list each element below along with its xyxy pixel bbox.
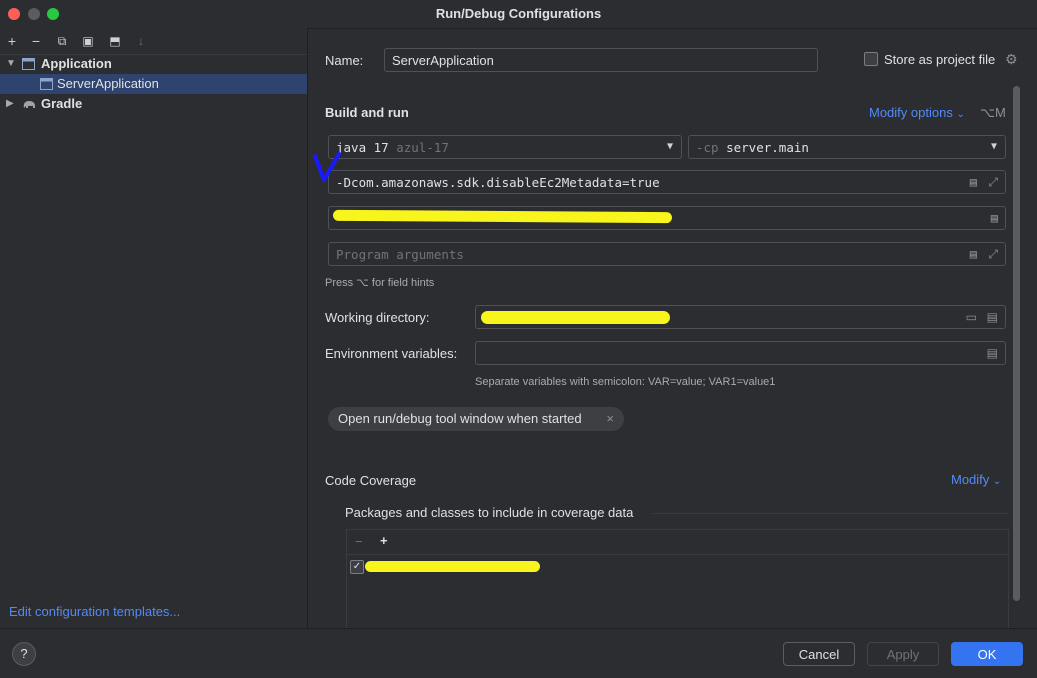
cancel-button[interactable]: Cancel — [783, 642, 855, 666]
coverage-modify-label: Modify — [951, 472, 990, 487]
expand-field-icon[interactable]: ⤢ — [988, 175, 998, 190]
tree-item-application[interactable]: ▼ Application — [0, 54, 307, 74]
configurations-tree-panel: + − ⧉ ▣ ⬒ ↓ ▼ Application ServerApplicat… — [0, 28, 308, 628]
edit-configuration-templates-link[interactable]: Edit configuration templates... — [9, 604, 180, 619]
run-debug-configurations-window: Run/Debug Configurations + − ⧉ ▣ ⬒ ↓ ▼ A… — [0, 0, 1037, 678]
gradle-elephant-icon — [23, 101, 35, 108]
coverage-entry-checkbox[interactable]: ✓ — [350, 560, 364, 574]
close-icon[interactable]: × — [606, 407, 614, 431]
gear-icon[interactable]: ⚙ — [1005, 51, 1018, 68]
program-arguments-placeholder: Program arguments — [336, 247, 464, 262]
coverage-patterns-list[interactable]: − + ✓ — [346, 529, 1009, 629]
tree-toolbar: + − ⧉ ▣ ⬒ ↓ — [0, 28, 307, 55]
working-directory-label: Working directory: — [325, 310, 430, 325]
open-tool-window-chip[interactable]: Open run/debug tool window when started … — [328, 407, 624, 431]
chevron-down-icon: ⌄ — [956, 109, 965, 120]
window-title: Run/Debug Configurations — [435, 6, 602, 21]
cp-prefix: -cp — [696, 140, 719, 155]
help-button[interactable]: ? — [12, 642, 36, 666]
classpath-text: -cp server.main — [696, 140, 809, 155]
add-configuration-icon[interactable]: + — [3, 32, 21, 50]
tree-item-server-application[interactable]: ServerApplication — [0, 74, 307, 94]
environment-variables-label: Environment variables: — [325, 346, 458, 361]
edit-variables-icon[interactable]: ▤ — [987, 346, 998, 360]
chevron-right-icon[interactable]: ▶ — [6, 94, 16, 114]
expand-field-icon[interactable]: ⤢ — [988, 247, 998, 262]
insert-macro-icon[interactable]: ▤ — [987, 310, 998, 324]
name-value: ServerApplication — [392, 53, 494, 68]
copy-configuration-icon[interactable]: ⧉ — [53, 32, 71, 50]
redaction-mark — [481, 311, 670, 324]
jdk-version: azul-17 — [396, 140, 449, 155]
tree-item-label: ServerApplication — [57, 76, 159, 91]
application-folder-icon — [22, 58, 35, 70]
expand-text-icon[interactable]: ▤ — [970, 175, 977, 189]
move-to-folder-icon[interactable]: ⬒ — [106, 32, 124, 50]
chip-label: Open run/debug tool window when started — [338, 411, 582, 426]
tree-item-label: Gradle — [41, 96, 83, 111]
redaction-mark — [365, 561, 540, 572]
redaction-mark — [332, 209, 673, 224]
vm-options-value: -Dcom.amazonaws.sdk.disableEc2Metadata=t… — [336, 175, 660, 190]
environment-variables-hint: Separate variables with semicolon: VAR=v… — [475, 376, 776, 388]
remove-pattern-icon[interactable]: − — [355, 534, 363, 549]
configuration-editor: Name: ServerApplication Store as project… — [308, 28, 1037, 629]
chevron-down-icon[interactable]: ▼ — [6, 54, 16, 74]
folder-icon[interactable]: ▭ — [966, 310, 977, 324]
title-bar: Run/Debug Configurations — [0, 0, 1037, 29]
jdk-text: java 17 azul-17 — [336, 140, 449, 155]
store-as-project-file-checkbox[interactable] — [864, 52, 878, 66]
cp-value: server.main — [726, 140, 809, 155]
modify-options-shortcut: ⌥M — [980, 105, 1006, 120]
ok-button[interactable]: OK — [951, 642, 1023, 666]
tree-item-gradle[interactable]: ▶ Gradle — [0, 94, 307, 114]
dialog-button-bar: ? Cancel Apply OK — [0, 628, 1037, 678]
modify-options-link[interactable]: Modify options ⌄ — [869, 105, 965, 120]
program-arguments-field[interactable]: Program arguments ▤ ⤢ — [328, 242, 1006, 266]
name-label: Name: — [325, 53, 364, 68]
coverage-list-toolbar: − + — [347, 530, 1008, 555]
build-and-run-title: Build and run — [325, 105, 409, 120]
dropdown-arrow-icon: ▼ — [990, 141, 997, 152]
coverage-modify-link[interactable]: Modify ⌄ — [951, 472, 1001, 487]
sort-configurations-icon[interactable]: ↓ — [132, 32, 150, 50]
chevron-down-icon: ⌄ — [992, 476, 1002, 487]
vertical-scrollbar[interactable] — [1013, 86, 1020, 601]
tree-item-label: Application — [41, 56, 112, 71]
packages-classes-label: Packages and classes to include in cover… — [345, 505, 634, 520]
vm-options-field[interactable]: -Dcom.amazonaws.sdk.disableEc2Metadata=t… — [328, 170, 1006, 194]
modify-options-label: Modify options — [869, 105, 953, 120]
apply-button[interactable]: Apply — [867, 642, 939, 666]
expand-text-icon[interactable]: ▤ — [970, 247, 977, 261]
section-divider — [653, 513, 1008, 514]
name-field[interactable]: ServerApplication — [384, 48, 818, 72]
save-configuration-icon[interactable]: ▣ — [79, 32, 97, 50]
environment-variables-field[interactable]: ▤ — [475, 341, 1006, 365]
application-config-icon — [40, 78, 53, 90]
classpath-module-select[interactable]: -cp server.main ▼ — [688, 135, 1006, 159]
code-coverage-title: Code Coverage — [325, 473, 417, 488]
browse-class-icon[interactable]: ▤ — [991, 211, 998, 225]
dropdown-arrow-icon: ▼ — [666, 141, 673, 152]
store-as-project-file-label: Store as project file — [884, 52, 996, 67]
add-pattern-icon[interactable]: + — [380, 533, 388, 548]
field-hints-text: Press ⌥ for field hints — [325, 277, 435, 289]
jdk-select[interactable]: java 17 azul-17 ▼ — [328, 135, 682, 159]
remove-configuration-icon[interactable]: − — [27, 32, 45, 50]
pen-checkmark-annotation — [313, 152, 341, 182]
